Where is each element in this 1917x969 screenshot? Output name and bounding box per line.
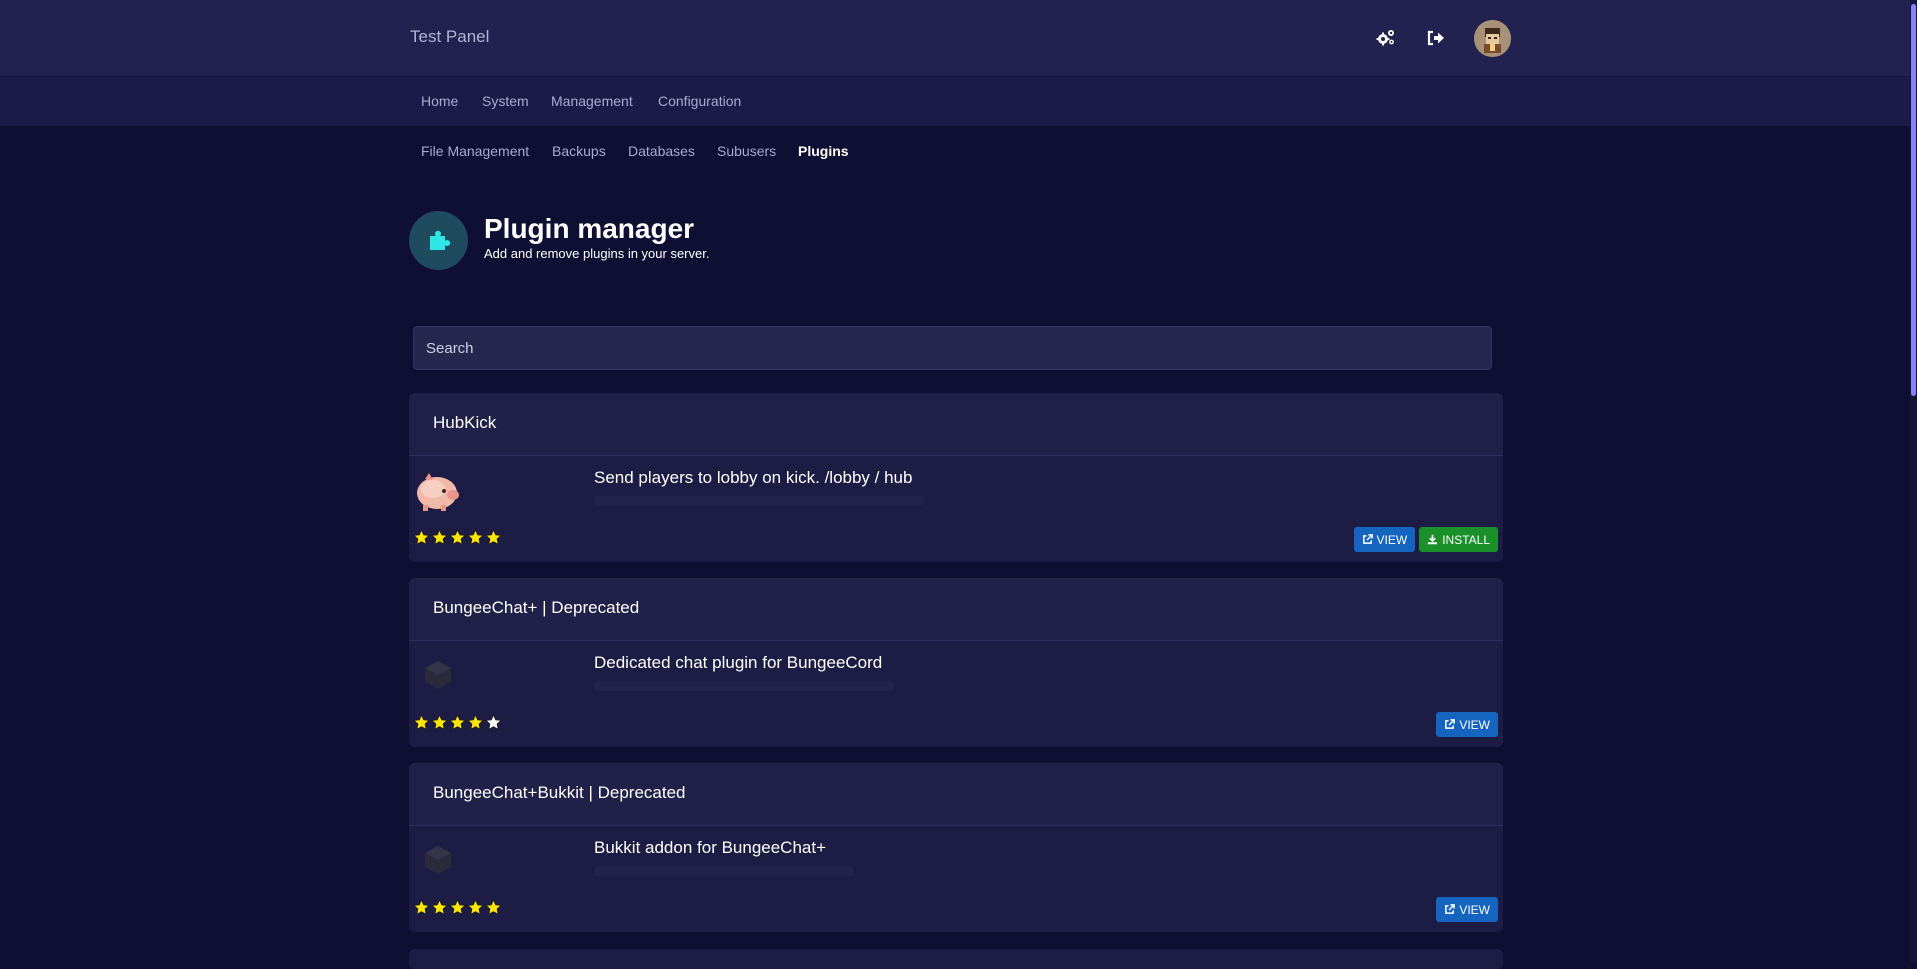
rating-stars xyxy=(413,899,502,916)
star-filled-icon xyxy=(413,714,430,730)
page-subtitle: Add and remove plugins in your server. xyxy=(484,246,710,261)
star-filled-icon xyxy=(485,899,502,915)
nav-home[interactable]: Home xyxy=(421,93,458,109)
install-button-label: INSTALL xyxy=(1442,532,1490,547)
rating-stars xyxy=(413,529,502,546)
plugin-description-faint xyxy=(594,681,894,691)
plugin-name: HubKick xyxy=(433,413,497,432)
plugin-card: BungeeChat+Bukkit | Deprecated Bukkit ad… xyxy=(409,763,1503,932)
user-avatar[interactable] xyxy=(1474,20,1511,57)
plugin-description: Bukkit addon for BungeeChat+ xyxy=(594,838,827,857)
view-button-label: VIEW xyxy=(1376,532,1408,547)
cube-icon xyxy=(413,650,463,700)
plugin-description-faint xyxy=(594,496,924,506)
star-filled-icon xyxy=(449,899,466,915)
puzzle-piece-icon xyxy=(409,211,468,270)
install-button[interactable]: INSTALL xyxy=(1419,527,1498,552)
view-button-label: VIEW xyxy=(1459,902,1490,917)
brand-title[interactable]: Test Panel xyxy=(410,27,489,47)
subnav-databases[interactable]: Databases xyxy=(628,143,695,159)
top-bar: Test Panel xyxy=(0,0,1910,77)
cube-icon xyxy=(413,835,463,885)
plugin-card: HubKick Send players to lobby on kick. /… xyxy=(409,393,1503,562)
plugin-card-header: BungeeChat+ | Deprecated xyxy=(409,578,1503,641)
primary-nav: Home System Management Configuration xyxy=(0,77,1910,126)
scrollbar[interactable] xyxy=(1910,0,1917,962)
view-button[interactable]: VIEW xyxy=(1436,712,1498,737)
plugin-name: BungeeChat+Bukkit | Deprecated xyxy=(433,783,686,802)
star-empty-icon xyxy=(485,714,502,730)
plugin-card-peek xyxy=(409,949,1503,969)
page-title: Plugin manager xyxy=(484,213,695,244)
nav-configuration[interactable]: Configuration xyxy=(658,93,741,109)
settings-gears-icon[interactable] xyxy=(1372,24,1400,52)
plugin-description-faint xyxy=(594,866,854,876)
nav-management[interactable]: Management xyxy=(551,93,633,109)
pig-icon xyxy=(413,465,463,515)
rating-stars xyxy=(413,714,502,731)
star-filled-icon xyxy=(449,529,466,545)
subnav-backups[interactable]: Backups xyxy=(552,143,606,159)
star-filled-icon xyxy=(449,714,466,730)
subnav-plugins[interactable]: Plugins xyxy=(798,143,849,159)
plugin-description: Send players to lobby on kick. /lobby / … xyxy=(594,468,913,487)
star-filled-icon xyxy=(485,529,502,545)
subnav-subusers[interactable]: Subusers xyxy=(717,143,776,159)
view-button-label: VIEW xyxy=(1459,717,1490,732)
view-button[interactable]: VIEW xyxy=(1436,897,1498,922)
plugin-card-header: HubKick xyxy=(409,393,1503,456)
external-link-icon xyxy=(1445,904,1456,914)
plugin-card-header: BungeeChat+Bukkit | Deprecated xyxy=(409,763,1503,826)
star-filled-icon xyxy=(467,529,484,545)
star-filled-icon xyxy=(467,714,484,730)
external-link-icon xyxy=(1362,534,1373,544)
sign-out-icon[interactable] xyxy=(1422,24,1450,52)
star-filled-icon xyxy=(413,899,430,915)
plugin-name: BungeeChat+ | Deprecated xyxy=(433,598,640,617)
plugin-card: BungeeChat+ | Deprecated Dedicated chat … xyxy=(409,578,1503,747)
download-icon xyxy=(1428,534,1438,545)
external-link-icon xyxy=(1445,719,1456,729)
star-filled-icon xyxy=(413,529,430,545)
scrollbar-thumb[interactable] xyxy=(1911,4,1916,396)
search-input[interactable] xyxy=(413,326,1492,370)
star-filled-icon xyxy=(431,899,448,915)
star-filled-icon xyxy=(431,529,448,545)
star-filled-icon xyxy=(467,899,484,915)
star-filled-icon xyxy=(431,714,448,730)
view-button[interactable]: VIEW xyxy=(1353,527,1416,552)
plugin-description: Dedicated chat plugin for BungeeCord xyxy=(594,653,883,672)
nav-system[interactable]: System xyxy=(482,93,529,109)
subnav-file-management[interactable]: File Management xyxy=(421,143,529,159)
